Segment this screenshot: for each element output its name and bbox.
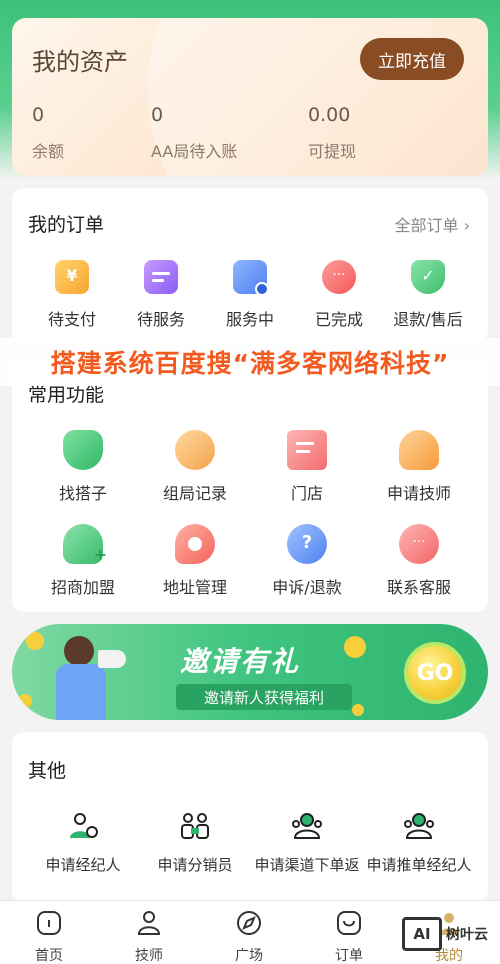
others-card: 其他 申请经纪人 申请分销员 申请渠道下单返 申请推单经纪人 (12, 732, 488, 902)
address-management-label: 地址管理 (162, 578, 227, 597)
franchise-label: 招商加盟 (50, 578, 115, 597)
order-item-label: 待服务 (136, 310, 185, 329)
order-refund[interactable]: ✓ 退款/售后 (388, 260, 468, 330)
order-item-label: 退款/售后 (393, 310, 463, 329)
order-in-service[interactable]: 服务中 (210, 260, 290, 330)
address-management-item[interactable]: 地址管理 (140, 524, 250, 598)
go-button[interactable]: GO (404, 642, 466, 704)
agent-person-icon (70, 813, 98, 838)
balance-stat[interactable]: 0 余额 (32, 104, 64, 162)
balance-value: 0 (32, 104, 45, 126)
withdrawable-value: 0.00 (308, 104, 351, 126)
order-item-label: 已完成 (314, 310, 363, 329)
customer-service-icon: ··· (399, 524, 439, 564)
common-functions-card: 常用功能 找搭子 组局记录 门店 申请技师 + 招商加盟 地址管理 ? 申诉/退… (12, 360, 488, 612)
order-pending-payment[interactable]: ¥ 待支付 (32, 260, 112, 330)
apply-technician-item[interactable]: 申请技师 (364, 430, 474, 504)
invite-title: 邀请有礼 (180, 645, 301, 678)
apply-distributor-item[interactable]: 申请分销员 (140, 812, 250, 876)
technician-nav-icon (137, 911, 161, 935)
appeal-refund-label: 申诉/退款 (272, 578, 342, 597)
coin-icon (26, 632, 44, 650)
watermark-logo: AI 树叶云 (402, 914, 494, 954)
coin-icon (352, 704, 364, 716)
chat-bubbles-icon: ··· (322, 260, 356, 294)
group-record-label: 组局记录 (162, 484, 227, 503)
group-record-icon (175, 430, 215, 470)
assets-card: 我的资产 立即充值 0 余额 0 AA局待入账 0.00 可提现 (12, 18, 488, 176)
others-title: 其他 (28, 760, 67, 782)
apply-agent-item[interactable]: 申请经纪人 (28, 812, 138, 876)
recharge-button[interactable]: 立即充值 (360, 38, 464, 80)
apply-technician-label: 申请技师 (386, 484, 451, 503)
coin-icon (344, 636, 366, 658)
apply-channel-rebate-label: 申请渠道下单返 (254, 856, 360, 874)
ai-logo-box: AI (402, 917, 442, 951)
nav-orders-label: 订单 (335, 948, 363, 964)
distributor-people-icon (181, 813, 209, 839)
watermark-text: 树叶云 (446, 927, 488, 943)
nav-technician[interactable]: 技师 (114, 909, 184, 964)
invite-banner[interactable]: 邀请有礼 邀请新人获得福利 GO (12, 624, 488, 720)
channel-group-icon (292, 813, 322, 839)
assets-title: 我的资产 (32, 48, 128, 76)
all-orders-label: 全部订单 (394, 216, 459, 235)
chevron-right-icon: › (463, 216, 470, 235)
all-orders-link[interactable]: 全部订单 › (394, 212, 470, 236)
compass-icon (237, 911, 261, 935)
clipboard-check-icon (233, 260, 269, 296)
handshake-icon (63, 430, 103, 470)
apply-referral-agent-label: 申请推单经纪人 (366, 856, 472, 874)
invite-subtitle: 邀请新人获得福利 (176, 684, 352, 710)
coin-icon (18, 694, 32, 708)
promo-banner-text: 搭建系统百度搜“满多客网络科技” (0, 338, 500, 386)
order-item-label: 服务中 (225, 310, 274, 329)
balance-label: 余额 (32, 142, 65, 161)
apply-referral-agent-item[interactable]: 申请推单经纪人 (364, 812, 474, 876)
store-label: 门店 (290, 484, 323, 503)
referral-group-icon (404, 813, 434, 839)
nav-home-label: 首页 (35, 948, 63, 964)
order-completed[interactable]: ··· 已完成 (299, 260, 379, 330)
aa-pending-value: 0 (151, 104, 164, 126)
nav-technician-label: 技师 (135, 948, 163, 964)
apply-channel-rebate-item[interactable]: 申请渠道下单返 (252, 812, 362, 876)
store-item[interactable]: 门店 (252, 430, 362, 504)
group-record-item[interactable]: 组局记录 (140, 430, 250, 504)
withdrawable-label: 可提现 (308, 142, 357, 161)
nav-square-label: 广场 (235, 948, 263, 964)
nav-square[interactable]: 广场 (214, 909, 284, 964)
orders-card: 我的订单 全部订单 › ¥ 待支付 待服务 服务中 ··· 已完成 ✓ 退款/售… (12, 188, 488, 342)
apply-agent-label: 申请经纪人 (45, 856, 121, 874)
home-icon (37, 911, 61, 935)
aa-pending-label: AA局待入账 (151, 142, 238, 161)
apply-distributor-label: 申请分销员 (157, 856, 233, 874)
question-icon: ? (287, 524, 327, 564)
shield-check-icon: ✓ (411, 260, 445, 294)
withdrawable-stat[interactable]: 0.00 可提现 (308, 104, 356, 162)
yen-card-icon: ¥ (55, 260, 89, 294)
orders-title: 我的订单 (28, 214, 105, 236)
nav-home[interactable]: 首页 (14, 909, 84, 964)
order-item-label: 待支付 (47, 310, 96, 329)
contact-service-item[interactable]: ··· 联系客服 (364, 524, 474, 598)
store-doc-icon (287, 430, 327, 470)
technician-icon (399, 430, 439, 470)
nav-orders[interactable]: 订单 (314, 909, 384, 964)
person-megaphone-illustration (52, 632, 126, 720)
contact-service-label: 联系客服 (386, 578, 451, 597)
franchise-item[interactable]: + 招商加盟 (28, 524, 138, 598)
address-icon (175, 524, 215, 564)
aa-pending-stat[interactable]: 0 AA局待入账 (151, 104, 237, 162)
appeal-refund-item[interactable]: ? 申诉/退款 (252, 524, 362, 598)
find-partner-item[interactable]: 找搭子 (28, 430, 138, 504)
add-user-icon: + (63, 524, 107, 564)
service-card-icon (144, 260, 178, 294)
find-partner-label: 找搭子 (58, 484, 107, 503)
order-pending-service[interactable]: 待服务 (121, 260, 201, 330)
bag-icon (337, 911, 361, 935)
